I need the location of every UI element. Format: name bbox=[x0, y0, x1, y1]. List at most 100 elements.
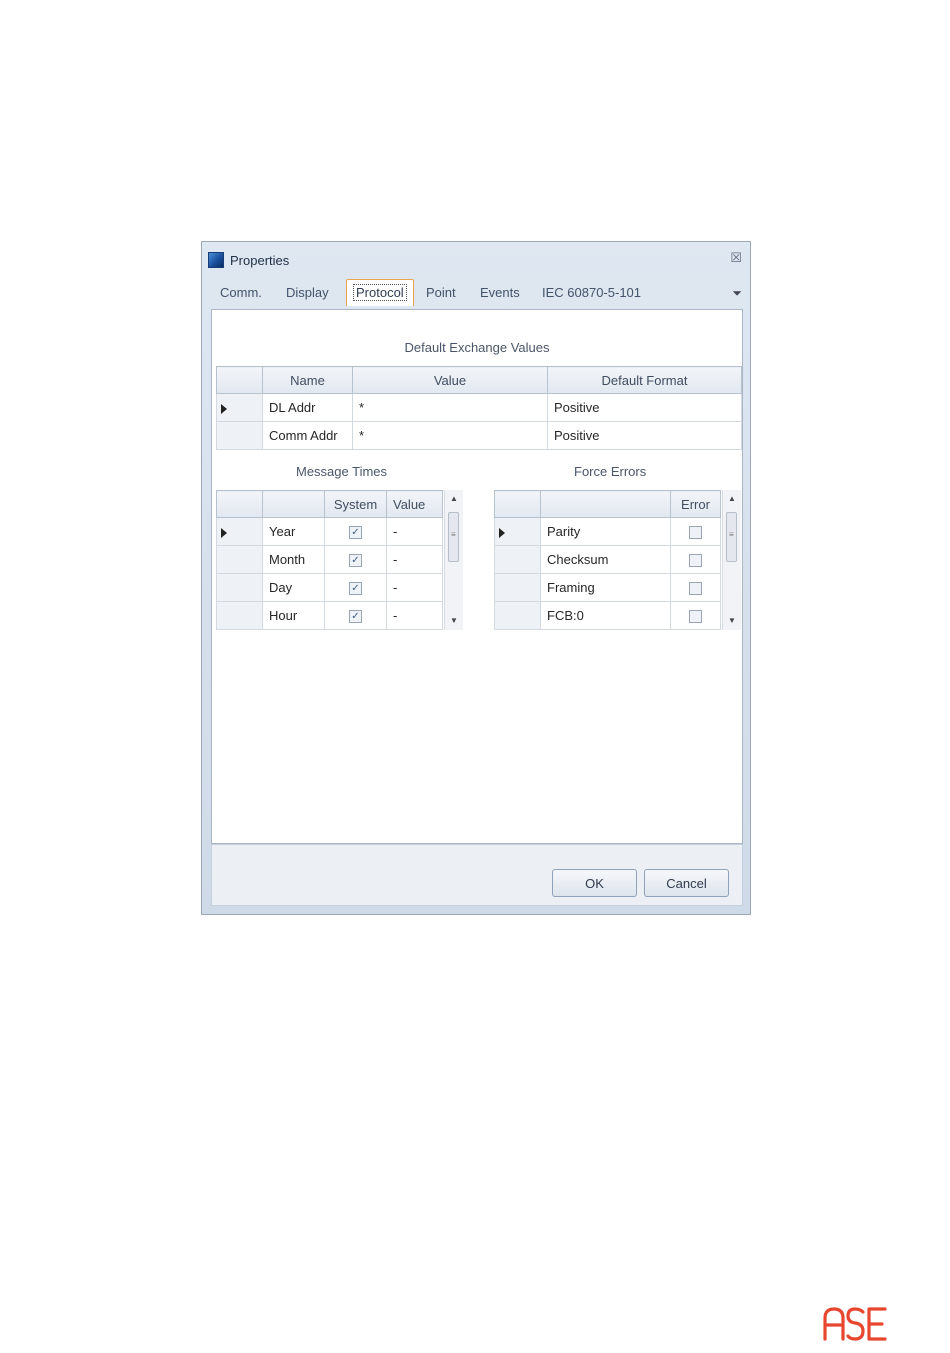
current-row-indicator[interactable] bbox=[216, 393, 263, 422]
properties-dialog: Properties ☒ Comm. Display Protocol Poin… bbox=[201, 241, 751, 915]
time-name-cell[interactable]: Day bbox=[262, 573, 325, 602]
force-errors-label: Force Errors bbox=[574, 464, 647, 479]
ase-logo bbox=[823, 1307, 887, 1341]
row-pointer-icon bbox=[499, 527, 505, 538]
tab-overflow-icon[interactable]: ⏷ bbox=[732, 286, 742, 301]
protocol-panel: Default Exchange Values Name Value Defau… bbox=[211, 309, 743, 844]
exchange-name-cell[interactable]: DL Addr bbox=[262, 393, 353, 422]
exchange-value-cell[interactable]: * bbox=[352, 421, 548, 450]
table-row[interactable]: Checksum bbox=[494, 545, 721, 574]
row-header[interactable] bbox=[494, 601, 541, 630]
checkbox-unchecked[interactable] bbox=[689, 554, 702, 568]
row-header-corner bbox=[216, 366, 263, 394]
table-row[interactable]: Framing bbox=[494, 573, 721, 602]
row-header[interactable] bbox=[494, 573, 541, 602]
scroll-down-icon[interactable]: ▼ bbox=[723, 614, 741, 628]
checkbox-unchecked[interactable] bbox=[689, 610, 702, 624]
checkbox-checked[interactable]: ✓ bbox=[349, 554, 362, 568]
checkbox-checked[interactable]: ✓ bbox=[349, 526, 362, 540]
scroll-down-icon[interactable]: ▼ bbox=[445, 614, 463, 628]
checkbox-checked[interactable]: ✓ bbox=[349, 582, 362, 596]
system-checkbox-cell[interactable]: ✓ bbox=[324, 573, 387, 602]
time-value-cell[interactable]: - bbox=[386, 545, 443, 574]
close-icon[interactable]: ☒ bbox=[730, 250, 742, 266]
column-header-value[interactable]: Value bbox=[386, 490, 443, 518]
row-header[interactable] bbox=[216, 573, 263, 602]
tab-protocol-label: Protocol bbox=[353, 284, 407, 301]
scroll-up-icon[interactable]: ▲ bbox=[723, 492, 741, 506]
tab-display[interactable]: Display bbox=[280, 280, 335, 306]
checkbox-unchecked[interactable] bbox=[689, 526, 702, 540]
error-name-cell[interactable]: Checksum bbox=[540, 545, 671, 574]
dialog-title: Properties bbox=[230, 253, 290, 268]
force-errors-table: Error Parity Checksum Framing FCB:0 bbox=[494, 490, 721, 630]
exchange-format-cell[interactable]: Positive bbox=[547, 421, 742, 450]
error-checkbox-cell[interactable] bbox=[670, 601, 721, 630]
current-row-indicator[interactable] bbox=[216, 517, 263, 546]
column-header-error[interactable]: Error bbox=[670, 490, 721, 518]
table-row[interactable]: Year ✓ - bbox=[216, 517, 443, 546]
column-header-name[interactable]: Name bbox=[262, 366, 353, 394]
column-header-name[interactable] bbox=[540, 490, 671, 518]
error-checkbox-cell[interactable] bbox=[670, 517, 721, 546]
dialog-footer: OK Cancel bbox=[211, 844, 743, 906]
system-checkbox-cell[interactable]: ✓ bbox=[324, 517, 387, 546]
row-pointer-icon bbox=[221, 527, 227, 538]
time-value-cell[interactable]: - bbox=[386, 601, 443, 630]
system-checkbox-cell[interactable]: ✓ bbox=[324, 601, 387, 630]
checkbox-checked[interactable]: ✓ bbox=[349, 610, 362, 624]
scroll-thumb[interactable]: ≡ bbox=[448, 512, 459, 562]
current-row-indicator[interactable] bbox=[494, 517, 541, 546]
tab-comm[interactable]: Comm. bbox=[214, 280, 268, 306]
time-name-cell[interactable]: Hour bbox=[262, 601, 325, 630]
error-name-cell[interactable]: Parity bbox=[540, 517, 671, 546]
message-times-label: Message Times bbox=[296, 464, 388, 479]
error-checkbox-cell[interactable] bbox=[670, 573, 721, 602]
column-header-value[interactable]: Value bbox=[352, 366, 548, 394]
table-header-row: Error bbox=[494, 490, 721, 518]
column-header-default-format[interactable]: Default Format bbox=[547, 366, 742, 394]
tab-events[interactable]: Events bbox=[474, 280, 526, 306]
scroll-up-icon[interactable]: ▲ bbox=[445, 492, 463, 506]
table-header-row: Name Value Default Format bbox=[216, 366, 742, 394]
error-name-cell[interactable]: Framing bbox=[540, 573, 671, 602]
table-row[interactable]: Hour ✓ - bbox=[216, 601, 443, 630]
time-value-cell[interactable]: - bbox=[386, 517, 443, 546]
ok-button[interactable]: OK bbox=[552, 869, 637, 897]
exchange-name-cell[interactable]: Comm Addr bbox=[262, 421, 353, 450]
column-header-name[interactable] bbox=[262, 490, 325, 518]
table-row[interactable]: FCB:0 bbox=[494, 601, 721, 630]
force-errors-scrollbar[interactable]: ▲ ≡ ▼ bbox=[722, 490, 741, 630]
time-value-cell[interactable]: - bbox=[386, 573, 443, 602]
tab-protocol[interactable]: Protocol bbox=[346, 279, 414, 306]
error-checkbox-cell[interactable] bbox=[670, 545, 721, 574]
grip-icon: ≡ bbox=[451, 530, 456, 539]
row-header[interactable] bbox=[216, 545, 263, 574]
scroll-thumb[interactable]: ≡ bbox=[726, 512, 737, 562]
table-row[interactable]: Day ✓ - bbox=[216, 573, 443, 602]
time-name-cell[interactable]: Year bbox=[262, 517, 325, 546]
title-bar[interactable]: Properties ☒ bbox=[202, 242, 750, 276]
exchange-format-cell[interactable]: Positive bbox=[547, 393, 742, 422]
table-row[interactable]: Month ✓ - bbox=[216, 545, 443, 574]
checkbox-unchecked[interactable] bbox=[689, 582, 702, 596]
cancel-button[interactable]: Cancel bbox=[644, 869, 729, 897]
row-header[interactable] bbox=[216, 601, 263, 630]
table-row[interactable]: Comm Addr * Positive bbox=[216, 421, 742, 450]
message-times-scrollbar[interactable]: ▲ ≡ ▼ bbox=[444, 490, 463, 630]
tab-iec-60870-5-101[interactable]: IEC 60870-5-101 bbox=[536, 280, 647, 306]
exchange-values-table: Name Value Default Format DL Addr * Posi… bbox=[216, 366, 742, 450]
column-header-system[interactable]: System bbox=[324, 490, 387, 518]
table-row[interactable]: Parity bbox=[494, 517, 721, 546]
exchange-value-cell[interactable]: * bbox=[352, 393, 548, 422]
table-header-row: System Value bbox=[216, 490, 443, 518]
tab-point[interactable]: Point bbox=[420, 280, 462, 306]
row-header[interactable] bbox=[494, 545, 541, 574]
row-header[interactable] bbox=[216, 421, 263, 450]
time-name-cell[interactable]: Month bbox=[262, 545, 325, 574]
table-row[interactable]: DL Addr * Positive bbox=[216, 393, 742, 422]
system-checkbox-cell[interactable]: ✓ bbox=[324, 545, 387, 574]
error-name-cell[interactable]: FCB:0 bbox=[540, 601, 671, 630]
default-exchange-label: Default Exchange Values bbox=[404, 340, 550, 355]
app-icon bbox=[208, 252, 224, 268]
